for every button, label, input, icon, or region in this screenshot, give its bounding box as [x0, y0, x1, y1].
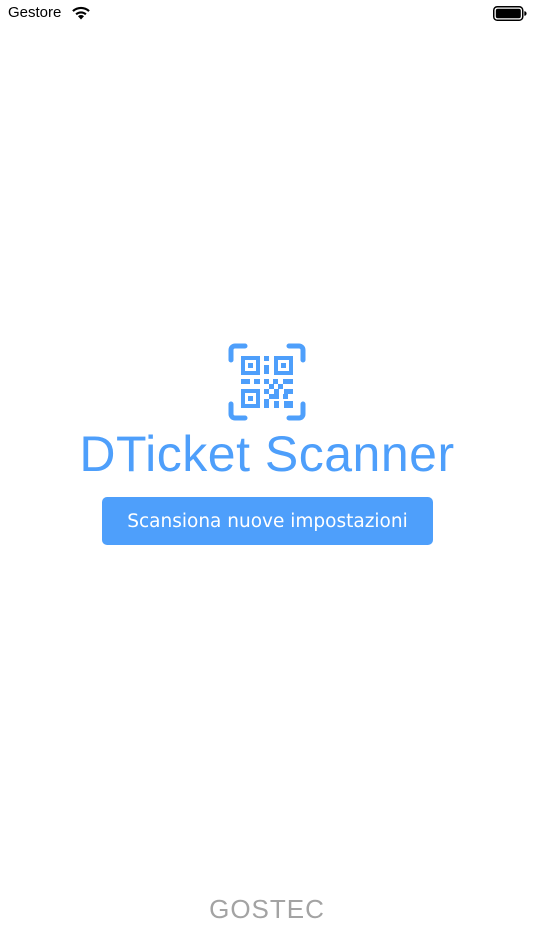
carrier-name: Gestore: [8, 4, 62, 21]
app-title: DTicket Scanner: [79, 426, 455, 482]
battery-icon: [493, 6, 527, 21]
wifi-icon: [72, 6, 90, 20]
footer-brand-logo: GOSTEC: [209, 894, 325, 924]
scan-new-settings-button[interactable]: Scansiona nuove impostazioni: [102, 497, 433, 545]
status-bar: Gestore: [0, 0, 534, 28]
qr-code-icon: [228, 343, 306, 421]
